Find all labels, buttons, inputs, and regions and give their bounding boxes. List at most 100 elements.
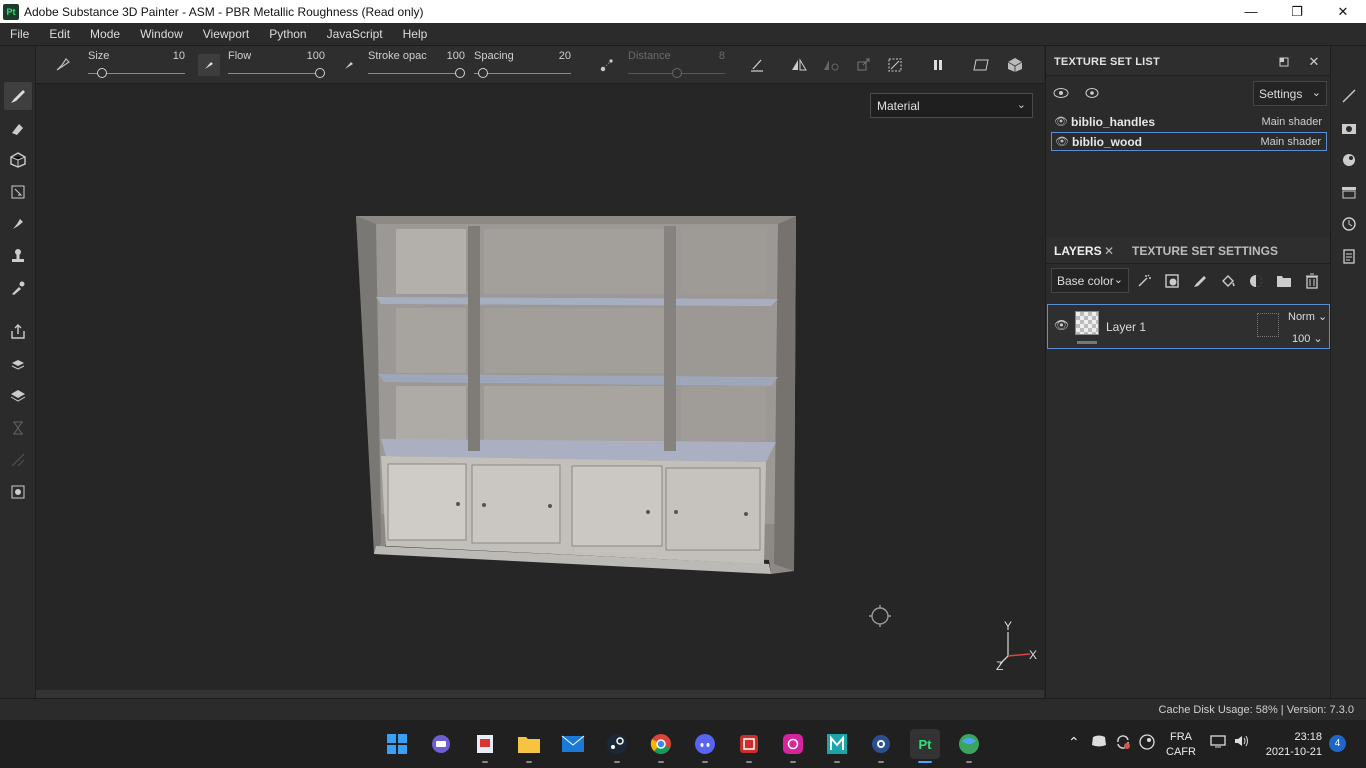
menu-window[interactable]: Window [130, 27, 193, 41]
distance-slider-knob[interactable] [672, 68, 682, 78]
bake-icon[interactable] [4, 351, 32, 379]
eye-icon[interactable]: 👁 [1054, 318, 1069, 332]
add-smart-material-icon[interactable] [1246, 271, 1266, 291]
add-folder-icon[interactable] [1274, 271, 1294, 291]
close-panel-icon[interactable]: ✕ [1304, 52, 1324, 72]
browser-icon[interactable] [954, 729, 984, 759]
pause-icon[interactable] [927, 54, 949, 76]
paint-brush-icon[interactable] [4, 82, 32, 110]
camera-view-icon[interactable] [971, 54, 993, 76]
eye-icon[interactable]: 👁 [1055, 135, 1069, 148]
alignment-icon[interactable] [746, 54, 768, 76]
eraser-icon[interactable] [4, 114, 32, 142]
properties-brush-icon[interactable] [1338, 85, 1360, 107]
environment-light-gizmo[interactable] [869, 605, 891, 627]
symmetry-settings-icon[interactable] [820, 54, 842, 76]
discord-icon[interactable] [690, 729, 720, 759]
clone-stamp-icon[interactable] [4, 242, 32, 270]
geometry-mask-icon[interactable] [4, 178, 32, 206]
blend-mode-dropdown[interactable]: Norm ⌄ [1288, 310, 1327, 323]
timeline-icon[interactable] [4, 414, 32, 442]
viewport-scrollbar[interactable] [36, 690, 1044, 698]
eye-icon[interactable]: 👁 [1054, 115, 1068, 128]
camera-settings-icon[interactable] [1338, 117, 1360, 139]
smudge-icon[interactable] [4, 210, 32, 238]
display-mode-cube-icon[interactable] [1004, 54, 1026, 76]
stroke-opacity-pressure-icon[interactable] [338, 54, 360, 76]
delete-layer-icon[interactable] [1302, 271, 1322, 291]
symmetry-icon[interactable] [788, 54, 810, 76]
menu-python[interactable]: Python [259, 27, 316, 41]
tray-discord-icon[interactable] [1091, 734, 1107, 751]
flow-pressure-icon[interactable] [198, 54, 220, 76]
minimize-button[interactable]: — [1228, 0, 1274, 23]
network-icon[interactable] [1210, 734, 1226, 751]
tray-sync-icon[interactable] [1115, 734, 1131, 753]
tab-layers[interactable]: LAYERS [1054, 244, 1102, 258]
menu-file[interactable]: File [0, 27, 39, 41]
layer-name[interactable]: Layer 1 [1106, 320, 1146, 334]
menu-edit[interactable]: Edit [39, 27, 80, 41]
file-explorer-icon[interactable] [514, 729, 544, 759]
add-effect-icon[interactable] [1134, 271, 1154, 291]
tab-texture-set-settings[interactable]: TEXTURE SET SETTINGS [1132, 244, 1278, 258]
mail-icon[interactable] [558, 729, 588, 759]
input-language-indicator[interactable]: FRA CAFR [1166, 730, 1196, 760]
steam-icon[interactable] [602, 729, 632, 759]
distance-slider[interactable]: Distance 8 [628, 46, 725, 84]
menu-viewport[interactable]: Viewport [193, 27, 259, 41]
uv-tool-icon[interactable] [4, 446, 32, 474]
display-settings-icon[interactable] [4, 382, 32, 410]
flow-slider[interactable]: Flow 100 [228, 46, 325, 84]
log-icon[interactable] [1338, 245, 1360, 267]
close-button[interactable]: ✕ [1320, 0, 1366, 23]
texture-set-settings-dropdown[interactable]: Settings ⌄ [1253, 81, 1327, 106]
layer-opacity-dropdown[interactable]: 100 ⌄ [1292, 332, 1323, 345]
close-tab-icon[interactable]: ✕ [1104, 244, 1114, 258]
start-icon[interactable] [382, 729, 412, 759]
brush-preset-icon[interactable] [52, 54, 74, 76]
teams-chat-icon[interactable] [426, 729, 456, 759]
solo-visibility-icon[interactable] [1051, 83, 1071, 103]
menu-javascript[interactable]: JavaScript [317, 27, 393, 41]
screenshot-icon[interactable] [4, 478, 32, 506]
history-icon[interactable] [1338, 213, 1360, 235]
tray-steam-icon[interactable] [1139, 734, 1155, 753]
texture-set-item[interactable]: 👁 biblio_wood Main shader [1051, 132, 1327, 151]
texture-set-item[interactable]: 👁 biblio_handles Main shader [1051, 112, 1327, 131]
color-picker-icon[interactable] [4, 274, 32, 302]
maya-icon[interactable] [822, 729, 852, 759]
volume-icon[interactable] [1234, 734, 1250, 751]
tray-chevron-up-icon[interactable]: ⌃ [1068, 734, 1080, 751]
transform-icon[interactable] [852, 54, 874, 76]
export-icon[interactable] [4, 318, 32, 346]
menu-mode[interactable]: Mode [80, 27, 130, 41]
3d-viewport[interactable]: Y X Z [36, 84, 1044, 690]
add-mask-icon[interactable] [1162, 271, 1182, 291]
shader-settings-icon[interactable] [1338, 149, 1360, 171]
add-fill-layer-icon[interactable] [1218, 271, 1238, 291]
size-slider-knob[interactable] [97, 68, 107, 78]
flow-slider-knob[interactable] [315, 68, 325, 78]
layer-row[interactable]: 👁 Layer 1 Norm ⌄ 100 ⌄ [1047, 304, 1330, 349]
size-slider[interactable]: Size 10 [88, 46, 185, 84]
viewport-mode-dropdown[interactable]: Material ⌄ [870, 93, 1033, 118]
snip-tool-icon[interactable] [470, 729, 500, 759]
substance-painter-icon[interactable]: Pt [910, 729, 940, 759]
layer-mask-slot[interactable] [1257, 313, 1279, 337]
stroke-opacity-slider-knob[interactable] [455, 68, 465, 78]
channel-dropdown[interactable]: Base color ⌄ [1051, 268, 1129, 293]
notification-badge[interactable]: 4 [1329, 735, 1346, 752]
chrome-icon[interactable] [646, 729, 676, 759]
hide-selection-icon[interactable] [884, 54, 906, 76]
visibility-icon[interactable] [1082, 83, 1102, 103]
menu-help[interactable]: Help [393, 27, 438, 41]
instagram-icon[interactable] [778, 729, 808, 759]
assets-icon[interactable] [1338, 181, 1360, 203]
blender-icon[interactable] [866, 729, 896, 759]
stroke-opacity-slider[interactable]: Stroke opac 100 [368, 46, 465, 84]
spacing-slider-knob[interactable] [478, 68, 488, 78]
maximize-button[interactable]: ❐ [1274, 0, 1320, 23]
security-app-icon[interactable] [734, 729, 764, 759]
undock-icon[interactable] [1274, 52, 1294, 72]
